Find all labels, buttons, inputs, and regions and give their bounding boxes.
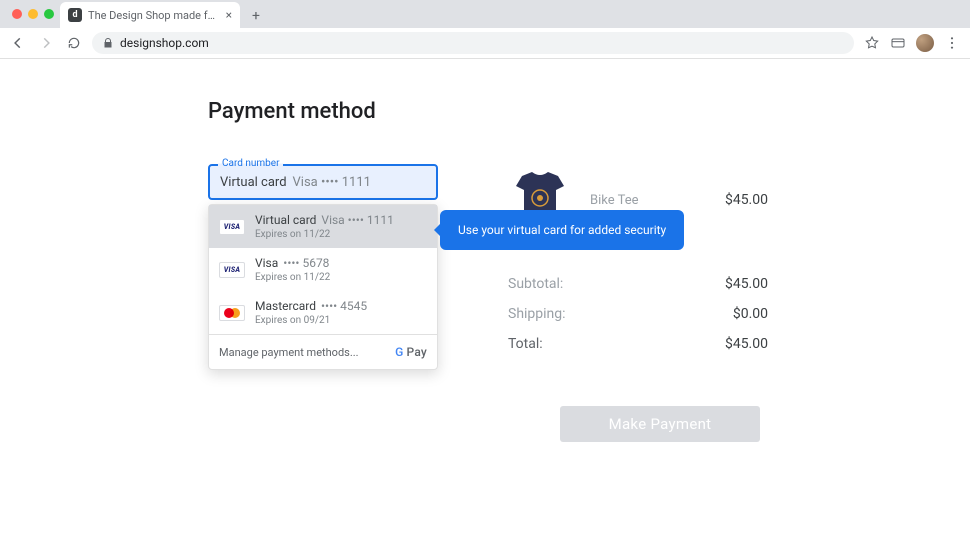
card-option-secondary: •••• 5678	[283, 256, 329, 270]
browser-toolbar: designshop.com	[0, 28, 970, 58]
bookmark-star-icon[interactable]	[864, 35, 880, 51]
card-option-primary: Visa	[255, 256, 278, 270]
nav-buttons	[10, 35, 82, 51]
tab-strip: d The Design Shop made for des × +	[0, 0, 970, 28]
visa-icon: VISA	[219, 219, 245, 235]
toolbar-right	[864, 34, 960, 52]
summary-value: $0.00	[733, 306, 768, 322]
window-minimize-icon[interactable]	[28, 9, 38, 19]
card-option[interactable]: VISA Visa •••• 5678 Expires on 11/22	[209, 248, 437, 291]
window-controls	[8, 0, 60, 28]
summary-value: $45.00	[725, 276, 768, 292]
card-option[interactable]: VISA Virtual card Visa •••• 1111 Expires…	[209, 205, 437, 248]
summary-value: $45.00	[725, 336, 768, 352]
forward-icon[interactable]	[38, 35, 54, 51]
summary-row-shipping: Shipping: $0.00	[508, 306, 768, 322]
payments-icon[interactable]	[890, 35, 906, 51]
visa-icon: VISA	[219, 262, 245, 278]
virtual-card-promo-tooltip: Use your virtual card for added security	[440, 210, 684, 250]
summary-row-total: Total: $45.00	[508, 336, 768, 352]
card-option-primary: Mastercard	[255, 299, 316, 313]
address-bar[interactable]: designshop.com	[92, 32, 854, 54]
browser-chrome: d The Design Shop made for des × + desig…	[0, 0, 970, 59]
payment-card-column: Card number Virtual card Visa •••• 1111 …	[208, 164, 438, 200]
mastercard-icon	[219, 305, 245, 321]
promo-text: Use your virtual card for added security	[458, 223, 666, 237]
card-option[interactable]: Mastercard •••• 4545 Expires on 09/21	[209, 291, 437, 334]
new-tab-button[interactable]: +	[244, 4, 268, 28]
menu-kebab-icon[interactable]	[944, 35, 960, 51]
reload-icon[interactable]	[66, 35, 82, 51]
manage-payment-methods-link[interactable]: Manage payment methods...	[219, 346, 359, 359]
card-option-secondary: •••• 4545	[321, 299, 367, 313]
saved-cards-dropdown: VISA Virtual card Visa •••• 1111 Expires…	[208, 204, 438, 370]
summary-row-subtotal: Subtotal: $45.00	[508, 276, 768, 292]
google-pay-icon: GPay	[395, 345, 427, 359]
card-number-input[interactable]: Card number Virtual card Visa •••• 1111	[208, 164, 438, 200]
tab-close-icon[interactable]: ×	[226, 8, 232, 22]
back-icon[interactable]	[10, 35, 26, 51]
profile-avatar-icon[interactable]	[916, 34, 934, 52]
dropdown-footer: Manage payment methods... GPay	[209, 334, 437, 369]
page-body: Payment method Card number Virtual card …	[0, 59, 970, 442]
card-number-label: Card number	[218, 158, 283, 169]
card-option-expires: Expires on 11/22	[255, 229, 394, 240]
card-value-secondary: Visa •••• 1111	[293, 175, 371, 190]
order-summary: Bike Tee $45.00 Subtotal: $45.00 Shippin…	[508, 164, 768, 442]
card-option-expires: Expires on 09/21	[255, 315, 367, 326]
summary-label: Shipping:	[508, 306, 566, 322]
page-title: Payment method	[208, 99, 768, 124]
tab-title: The Design Shop made for des	[88, 9, 220, 22]
summary-label: Total:	[508, 336, 543, 352]
card-option-secondary: Visa •••• 1111	[321, 213, 393, 227]
window-close-icon[interactable]	[12, 9, 22, 19]
lock-icon	[102, 37, 114, 49]
window-zoom-icon[interactable]	[44, 9, 54, 19]
make-payment-button[interactable]: Make Payment	[560, 406, 760, 442]
tab-favicon-icon: d	[68, 8, 82, 22]
card-value-primary: Virtual card	[220, 175, 287, 190]
product-name: Bike Tee	[590, 193, 707, 208]
browser-tab[interactable]: d The Design Shop made for des ×	[60, 2, 240, 28]
address-text: designshop.com	[120, 36, 209, 50]
summary-label: Subtotal:	[508, 276, 563, 292]
card-option-primary: Virtual card	[255, 213, 316, 227]
card-option-expires: Expires on 11/22	[255, 272, 330, 283]
product-price: $45.00	[725, 192, 768, 208]
